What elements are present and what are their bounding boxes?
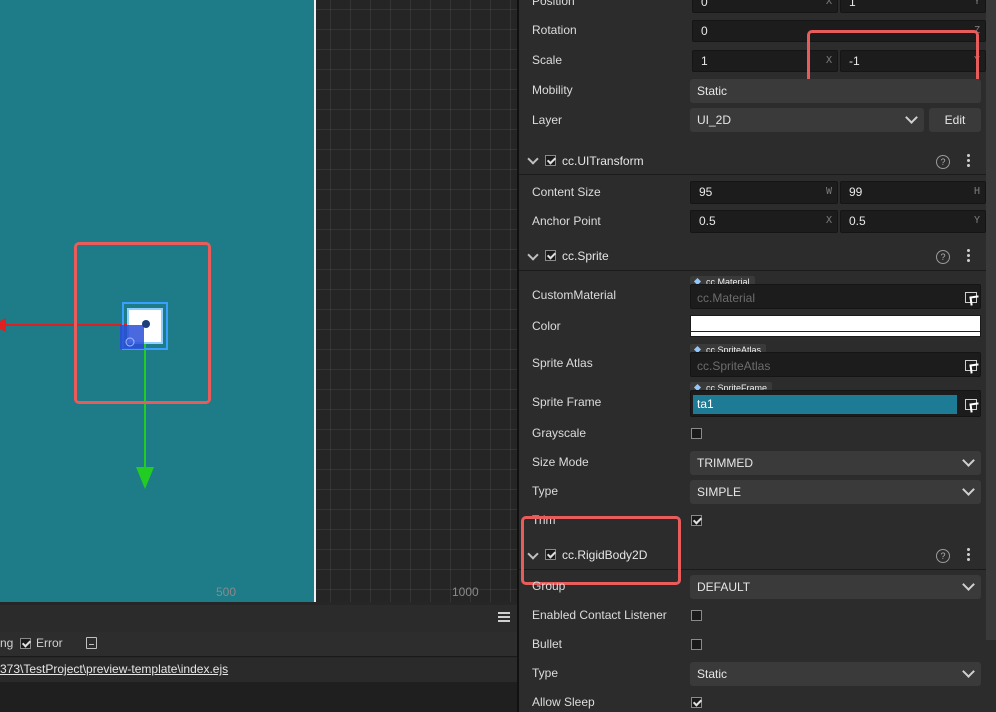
filter-error-label: Error <box>36 636 63 650</box>
more-options-icon[interactable] <box>967 548 970 561</box>
bullet-checkbox[interactable] <box>691 639 702 650</box>
more-options-icon[interactable] <box>967 249 970 262</box>
chevron-down-icon <box>962 483 975 496</box>
contact-listener-label: Enabled Contact Listener <box>532 608 667 622</box>
log-path-link[interactable]: 373\TestProject\preview-template\index.e… <box>0 662 228 676</box>
mobility-label: Mobility <box>532 83 573 97</box>
chevron-down-icon <box>905 111 918 124</box>
console-toolbar <box>0 605 517 633</box>
rotation-label: Rotation <box>532 23 577 37</box>
chevron-down-icon <box>962 578 975 591</box>
grayscale-checkbox[interactable] <box>691 428 702 439</box>
bullet-label: Bullet <box>532 637 563 651</box>
allow-sleep-label: Allow Sleep <box>532 695 595 709</box>
uitransform-enabled-checkbox[interactable] <box>545 155 556 166</box>
trim-checkbox[interactable] <box>691 515 702 526</box>
asset-picker-icon[interactable] <box>965 292 977 303</box>
collapse-chevron-icon[interactable] <box>527 249 539 261</box>
section-uitransform[interactable]: cc.UITransform ? <box>519 146 986 175</box>
sprite-frame-label: Sprite Frame <box>532 395 602 409</box>
sprite-frame-field[interactable]: ta1 <box>690 390 981 417</box>
sprite-title: cc.Sprite <box>562 249 609 263</box>
custom-material-label: CustomMaterial <box>532 288 617 302</box>
size-mode-label: Size Mode <box>532 455 589 469</box>
filter-error-checkbox[interactable] <box>20 638 31 649</box>
anchor-y-input[interactable]: 0.5 Y <box>840 210 986 233</box>
group-select[interactable]: DEFAULT <box>690 575 981 599</box>
position-label: Position <box>532 0 575 8</box>
sprite-atlas-label: Sprite Atlas <box>532 356 593 370</box>
sprite-type-label: Type <box>532 484 559 498</box>
rigidbody-type-select[interactable]: Static <box>690 662 981 686</box>
layer-label: Layer <box>532 113 563 127</box>
size-mode-select[interactable]: TRIMMED <box>690 451 981 475</box>
ruler-label-1000: 1000 <box>452 585 479 599</box>
layer-select[interactable]: UI_2D <box>690 108 924 132</box>
y-axis-arrowhead-icon <box>136 467 154 489</box>
position-x-input[interactable]: 0 X <box>692 0 838 13</box>
asset-picker-icon[interactable] <box>965 399 977 410</box>
grayscale-label: Grayscale <box>532 426 587 440</box>
highlight-node <box>74 242 211 404</box>
section-sprite[interactable]: cc.Sprite ? <box>519 242 986 271</box>
anchor-point-label: Anchor Point <box>532 214 601 228</box>
content-size-label: Content Size <box>532 185 601 199</box>
sprite-atlas-field[interactable]: cc.SpriteAtlas <box>690 352 981 377</box>
help-icon[interactable]: ? <box>936 250 950 264</box>
help-icon[interactable]: ? <box>936 549 950 563</box>
custom-material-field[interactable]: cc.Material <box>690 284 981 309</box>
allow-sleep-checkbox[interactable] <box>691 697 702 708</box>
chevron-down-icon <box>962 665 975 678</box>
console-filter-bar: ng Error <box>0 632 517 657</box>
asset-picker-icon[interactable] <box>965 360 977 371</box>
menu-icon[interactable] <box>498 611 510 623</box>
content-size-w-input[interactable]: 95 W <box>690 181 838 204</box>
console-output <box>0 682 517 712</box>
uitransform-title: cc.UITransform <box>562 154 644 168</box>
inspector-scrollbar[interactable] <box>986 0 996 640</box>
scene-grid[interactable]: 1000 <box>316 0 517 602</box>
filter-warning-label: ng <box>0 636 14 650</box>
sprite-enabled-checkbox[interactable] <box>545 250 556 261</box>
console-log-line: 373\TestProject\preview-template\index.e… <box>0 658 517 682</box>
color-label: Color <box>532 319 561 333</box>
sprite-type-select[interactable]: SIMPLE <box>690 480 981 504</box>
layer-edit-button[interactable]: Edit <box>929 108 981 132</box>
chevron-down-icon <box>962 454 975 467</box>
more-options-icon[interactable] <box>967 154 970 167</box>
scene-viewport[interactable]: 500 <box>0 0 316 602</box>
clear-log-icon[interactable] <box>86 637 97 649</box>
x-axis-arrowhead-icon <box>0 318 6 332</box>
position-y-input[interactable]: 1 Y <box>840 0 986 13</box>
group-label: Group <box>532 579 566 593</box>
mobility-select[interactable]: Static <box>690 79 981 103</box>
scale-label: Scale <box>532 53 563 67</box>
canvas-boundary-line <box>314 0 316 602</box>
anchor-x-input[interactable]: 0.5 X <box>690 210 838 233</box>
color-swatch[interactable] <box>690 315 981 337</box>
content-size-h-input[interactable]: 99 H <box>840 181 986 204</box>
contact-listener-checkbox[interactable] <box>691 610 702 621</box>
rigidbody-type-label: Type <box>532 666 559 680</box>
help-icon[interactable]: ? <box>936 155 950 169</box>
highlight-rigidbody <box>521 516 681 585</box>
collapse-chevron-icon[interactable] <box>527 153 539 165</box>
